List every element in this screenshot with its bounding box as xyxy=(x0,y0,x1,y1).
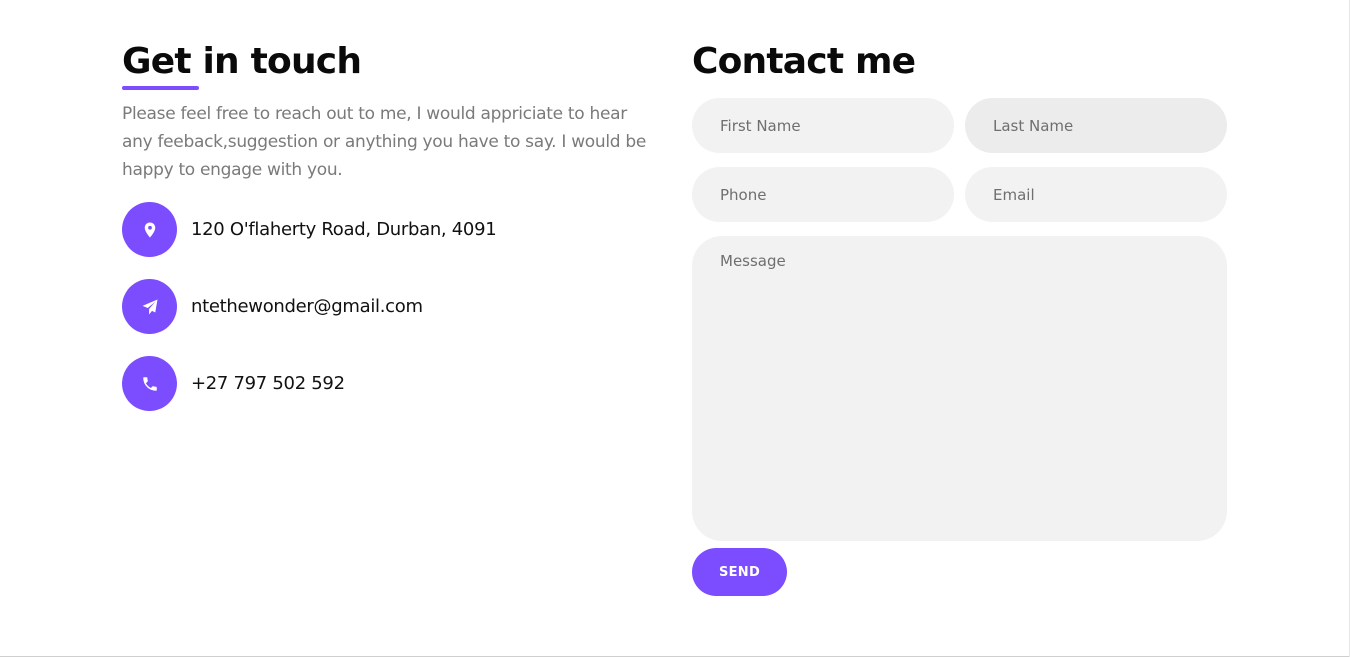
location-pin-icon xyxy=(122,202,177,257)
last-name-input[interactable] xyxy=(965,98,1227,153)
address-row: 120 O'flaherty Road, Durban, 4091 xyxy=(122,202,662,257)
contact-form: SEND xyxy=(692,98,1227,596)
send-button[interactable]: SEND xyxy=(692,548,787,596)
first-name-input[interactable] xyxy=(692,98,954,153)
phone-row: +27 797 502 592 xyxy=(122,356,662,411)
phone-email-row xyxy=(692,167,1227,222)
email-text[interactable]: ntethewonder@gmail.com xyxy=(191,296,423,317)
email-row: ntethewonder@gmail.com xyxy=(122,279,662,334)
phone-input[interactable] xyxy=(692,167,954,222)
contact-page: Get in touch Please feel free to reach o… xyxy=(0,0,1350,657)
email-input[interactable] xyxy=(965,167,1227,222)
name-row xyxy=(692,98,1227,153)
get-in-touch-section: Get in touch Please feel free to reach o… xyxy=(122,40,662,433)
contact-form-section: Contact me SEND xyxy=(692,40,1227,596)
message-textarea[interactable] xyxy=(692,236,1227,541)
heading-underline xyxy=(122,86,199,90)
intro-text: Please feel free to reach out to me, I w… xyxy=(122,104,647,180)
contact-me-heading: Contact me xyxy=(692,41,916,82)
address-text: 120 O'flaherty Road, Durban, 4091 xyxy=(191,219,497,240)
contact-info-list: 120 O'flaherty Road, Durban, 4091 ntethe… xyxy=(122,202,662,411)
get-in-touch-heading: Get in touch xyxy=(122,41,362,82)
phone-icon xyxy=(122,356,177,411)
paper-plane-icon xyxy=(122,279,177,334)
phone-text[interactable]: +27 797 502 592 xyxy=(191,373,345,394)
